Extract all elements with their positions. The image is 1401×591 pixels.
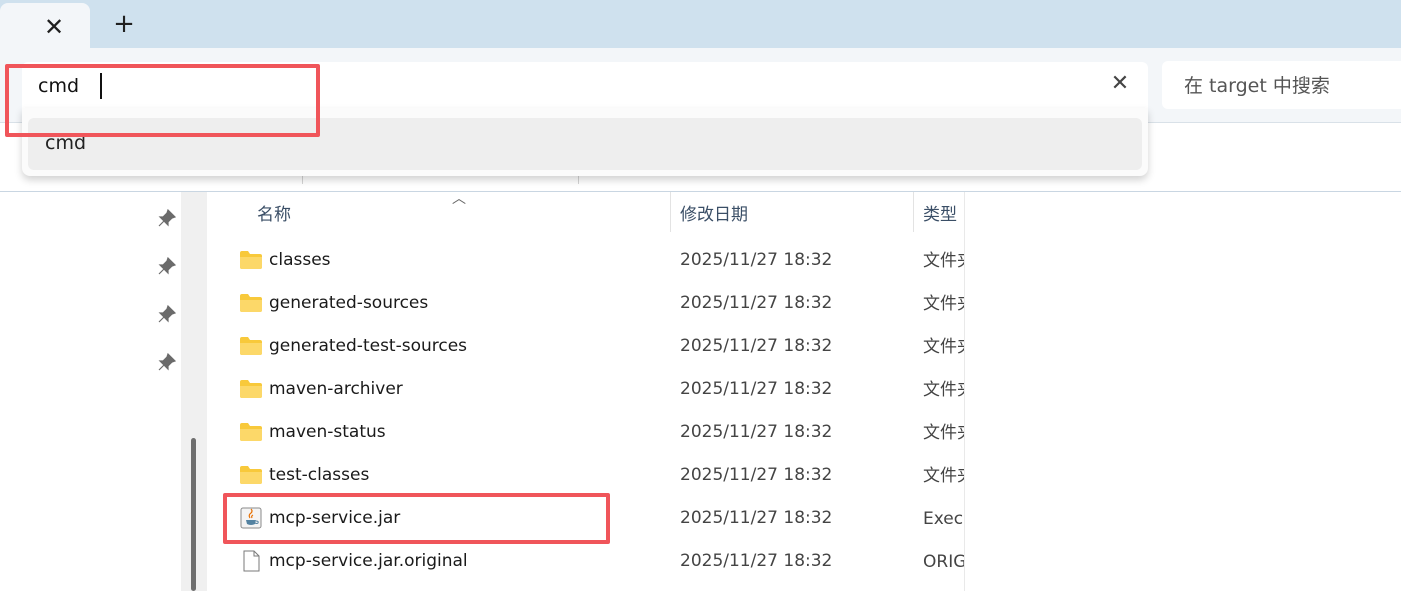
folder-icon [240,380,262,398]
file-row[interactable]: generated-sources 2025/11/27 18:32 文件夹 [207,283,964,326]
column-header-date[interactable]: 修改日期 [680,200,748,225]
file-name: maven-archiver [269,379,403,399]
clear-address-button[interactable]: ✕ [1106,70,1134,98]
file-type-cell: 文件夹 [923,334,964,360]
file-date: 2025/11/27 18:32 [680,336,833,356]
navigation-pane [0,192,181,591]
active-tab[interactable]: ✕ [0,3,90,48]
file-row[interactable]: test-classes 2025/11/27 18:32 文件夹 [207,455,964,498]
file-type: 文件夹 [923,251,964,271]
pin-icon[interactable] [158,305,176,323]
file-date: 2025/11/27 18:32 [680,551,833,571]
file-icon [243,550,260,572]
file-type-cell: Executable Jar File [923,506,964,532]
file-date: 2025/11/27 18:32 [680,422,833,442]
folder-icon [240,251,262,269]
file-row[interactable]: mcp-service.jar.original 2025/11/27 18:3… [207,541,964,584]
file-type-cell: 文件夹 [923,377,964,403]
pin-icon[interactable] [158,257,176,275]
file-type-cell: 文件夹 [923,420,964,446]
file-row[interactable]: classes 2025/11/27 18:32 文件夹 [207,240,964,283]
search-box[interactable] [1162,61,1401,109]
file-name: mcp-service.jar.original [269,551,468,571]
sort-ascending-icon: ︿ [452,191,466,207]
annotation-box-address [5,64,320,137]
folder-icon [240,466,262,484]
search-input[interactable] [1182,71,1401,101]
scrollbar-thumb[interactable] [191,438,196,591]
file-row[interactable]: maven-status 2025/11/27 18:32 文件夹 [207,412,964,455]
new-tab-button[interactable]: + [108,10,140,38]
list-right-edge [964,192,965,591]
folder-icon [240,294,262,312]
file-type-cell: 文件夹 [923,463,964,489]
column-divider[interactable] [670,192,671,232]
file-type-cell: ORIGINAL 文件 [923,549,964,575]
file-type: 文件夹 [923,380,964,400]
annotation-box-jar [223,493,610,544]
file-type-cell: 文件夹 [923,291,964,317]
file-type: ORIGINAL 文件 [923,552,964,572]
pin-icon[interactable] [158,209,176,227]
file-date: 2025/11/27 18:32 [680,379,833,399]
file-name: classes [269,250,331,270]
file-type: 文件夹 [923,423,964,443]
file-type: Executable Jar File [923,509,964,529]
column-divider[interactable] [913,192,914,232]
file-row[interactable]: maven-archiver 2025/11/27 18:32 文件夹 [207,369,964,412]
tab-bar: ✕ + [0,0,1401,48]
file-date: 2025/11/27 18:32 [680,250,833,270]
file-date: 2025/11/27 18:32 [680,293,833,313]
file-name: test-classes [269,465,370,485]
file-type: 文件夹 [923,466,964,486]
file-explorer-window: ✕ + ✕ cmd ︿ 名称 修改日期 类型 [0,0,1401,591]
file-type-cell: 文件夹 [923,248,964,274]
file-row[interactable]: generated-test-sources 2025/11/27 18:32 … [207,326,964,369]
column-header-type[interactable]: 类型 [923,200,957,225]
file-date: 2025/11/27 18:32 [680,508,833,528]
pin-icon[interactable] [158,353,176,371]
folder-icon [240,423,262,441]
column-header-name[interactable]: 名称 [257,200,291,225]
file-type: 文件夹 [923,294,964,314]
file-name: generated-sources [269,293,429,313]
folder-icon [240,337,262,355]
close-tab-icon[interactable]: ✕ [40,13,68,41]
file-name: generated-test-sources [269,336,468,356]
file-date: 2025/11/27 18:32 [680,465,833,485]
file-name: maven-status [269,422,386,442]
file-type: 文件夹 [923,337,964,357]
